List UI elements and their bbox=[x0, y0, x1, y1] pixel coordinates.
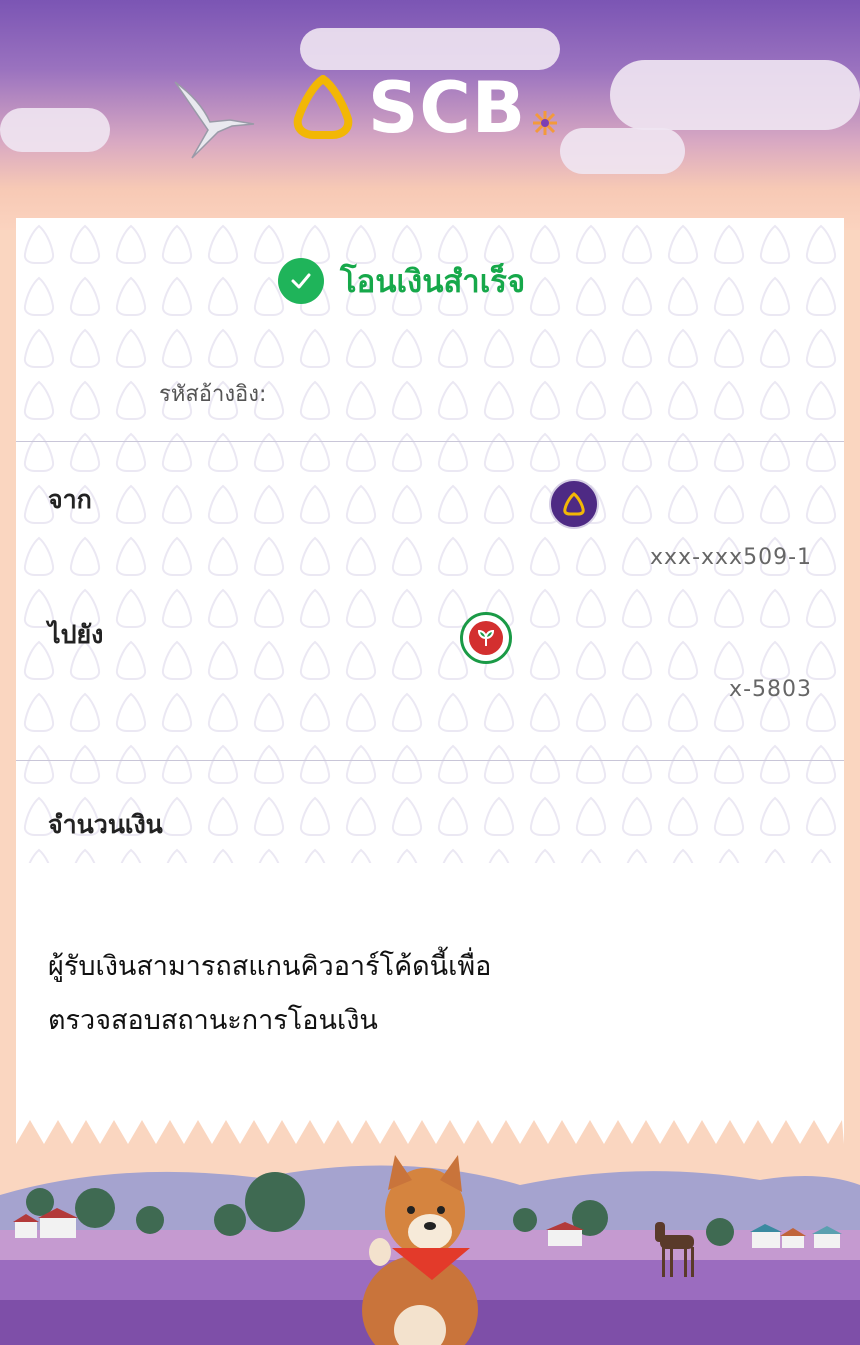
reference-label: รหัสอ้างอิง: bbox=[159, 382, 267, 407]
bird-illustration bbox=[174, 81, 255, 159]
from-account-number: xxx-xxx509-1 bbox=[650, 545, 812, 570]
divider bbox=[16, 441, 844, 442]
header-banner: SCB bbox=[0, 0, 860, 230]
divider bbox=[16, 760, 844, 761]
cloud bbox=[560, 128, 685, 174]
lavender-field-illustration bbox=[0, 1155, 860, 1345]
background-pattern bbox=[16, 218, 844, 863]
scb-logo-icon bbox=[293, 75, 353, 139]
qr-note-line: ผู้รับเงินสามารถสแกนคิวอาร์โค้ดนี้เพื่อ bbox=[48, 951, 492, 982]
kbank-bank-icon bbox=[460, 612, 512, 664]
scb-logo: SCB bbox=[290, 72, 560, 144]
from-label: จาก bbox=[48, 485, 92, 514]
qr-verification-note: ผู้รับเงินสามารถสแกนคิวอาร์โค้ดนี้เพื่อ … bbox=[48, 940, 491, 1048]
check-circle-icon bbox=[278, 258, 324, 304]
sparkle-icon bbox=[533, 111, 558, 135]
status-text: โอนเงินสำเร็จ bbox=[340, 264, 526, 300]
cloud bbox=[610, 60, 860, 130]
amount-label: จำนวนเงิน bbox=[48, 810, 163, 839]
to-account-number: x-5803 bbox=[729, 677, 812, 702]
to-label: ไปยัง bbox=[48, 620, 104, 649]
transfer-status: โอนเงินสำเร็จ bbox=[278, 256, 525, 306]
brand-name: SCB bbox=[368, 67, 527, 149]
scb-bank-icon bbox=[549, 479, 599, 529]
cloud bbox=[300, 28, 560, 70]
cloud bbox=[0, 108, 110, 152]
receipt-card: โอนเงินสำเร็จ รหัสอ้างอิง: จาก xxx-xxx50… bbox=[16, 218, 844, 1146]
qr-note-line: ตรวจสอบสถานะการโอนเงิน bbox=[48, 1005, 378, 1036]
